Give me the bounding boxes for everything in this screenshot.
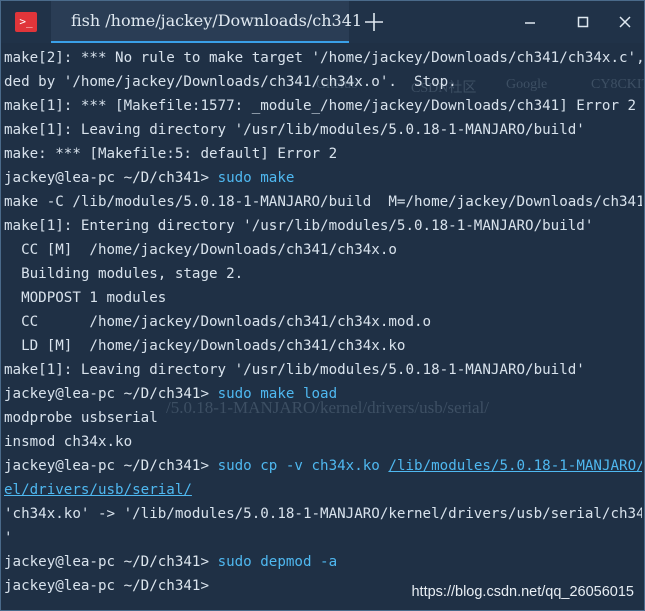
prompt-cwd: ~/D/ch341 [123,554,201,570]
command-text: sudo make load [217,386,338,402]
tab-title: fish /home/jackey/Downloads/ch341 [71,11,363,30]
prompt-line: jackey@lea-pc ~/D/ch341> sudo depmod -a [4,550,642,574]
output-line: ded by '/home/jackey/Downloads/ch341/ch3… [4,74,457,90]
output-line: MODPOST 1 modules [4,290,167,306]
command-text: sudo make [217,170,295,186]
output-line: make[1]: Leaving directory '/usr/lib/mod… [4,122,585,138]
maximize-button[interactable] [574,13,592,31]
new-tab-button[interactable] [361,9,387,35]
prompt-line: jackey@lea-pc ~/D/ch341> sudo make [4,166,642,190]
prompt-user: jackey@lea-pc [4,170,116,186]
prompt-symbol: > [200,170,210,186]
maximize-icon [577,16,589,28]
prompt-cwd: ~/D/ch341 [123,386,201,402]
title-bar: >_ fish /home/jackey/Downloads/ch341 [1,1,644,43]
prompt-cwd: ~/D/ch341 [123,578,201,594]
prompt-user: jackey@lea-pc [4,578,116,594]
minimize-icon [525,22,535,24]
prompt-symbol: > [200,554,210,570]
output-line: el/drivers/usb/serial/ [4,478,642,502]
output-line: make[1]: Entering directory '/usr/lib/mo… [4,218,594,234]
prompt-symbol: > [200,578,210,594]
terminal-app-icon: >_ [15,12,37,32]
command-text: sudo depmod -a [217,554,338,570]
terminal-output[interactable]: CSDN社区 Google CY8CKIT GitHub /5.0.18-1-M… [1,43,644,610]
close-button[interactable] [616,13,634,31]
tab-fish[interactable]: fish /home/jackey/Downloads/ch341 [51,1,362,43]
prompt-user: jackey@lea-pc [4,554,116,570]
prompt-symbol: > [200,386,210,402]
prompt-user: jackey@lea-pc [4,386,116,402]
output-line: make[2]: *** No rule to make target '/ho… [4,50,642,66]
plus-icon [365,13,383,31]
terminal-window: >_ fish /home/jackey/Downloads/ch341 CSD… [0,0,645,611]
output-line: CC /home/jackey/Downloads/ch341/ch34x.mo… [4,314,432,330]
close-icon [619,16,631,28]
output-line: CC [M] /home/jackey/Downloads/ch341/ch34… [4,242,397,258]
output-line: make: *** [Makefile:5: default] Error 2 [4,146,338,162]
watermark-url: https://blog.csdn.net/qq_26056015 [411,584,634,600]
output-line: make[1]: Leaving directory '/usr/lib/mod… [4,362,585,378]
prompt-symbol: > [200,458,210,474]
prompt-cwd: ~/D/ch341 [123,170,201,186]
output-line: Building modules, stage 2. [4,266,244,282]
path-link[interactable]: /lib/modules/5.0.18-1-MANJARO/kern [388,458,642,474]
output-line: ' [4,530,13,546]
prompt-line: jackey@lea-pc ~/D/ch341> sudo make load [4,382,642,406]
path-link-continued[interactable]: el/drivers/usb/serial/ [4,482,192,498]
prompt-line: jackey@lea-pc ~/D/ch341> sudo cp -v ch34… [4,454,642,478]
output-line: insmod ch34x.ko [4,434,133,450]
command-text: sudo cp -v ch34x.ko [217,458,380,474]
output-line: modprobe usbserial [4,410,158,426]
output-line: make[1]: *** [Makefile:1577: _module_/ho… [4,98,637,114]
output-line: 'ch34x.ko' -> '/lib/modules/5.0.18-1-MAN… [4,506,642,522]
output-line: LD [M] /home/jackey/Downloads/ch341/ch34… [4,338,406,354]
prompt-user: jackey@lea-pc [4,458,116,474]
output-line: make -C /lib/modules/5.0.18-1-MANJARO/bu… [4,194,642,210]
minimize-button[interactable] [521,13,539,31]
terminal-lines: make[2]: *** No rule to make target '/ho… [4,46,642,598]
prompt-cwd: ~/D/ch341 [123,458,201,474]
